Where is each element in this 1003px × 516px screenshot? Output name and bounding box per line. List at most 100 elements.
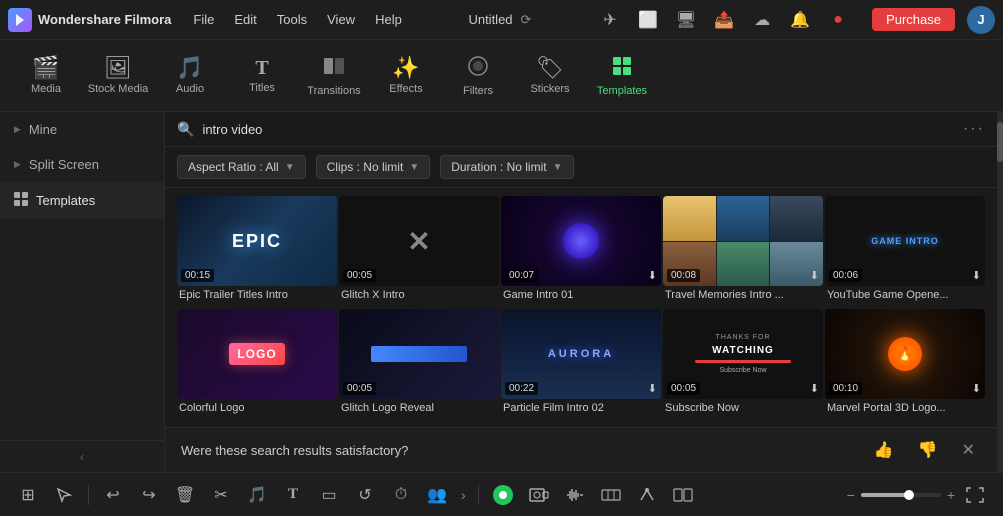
effects-icon: ✨ xyxy=(392,57,419,79)
add-icon[interactable]: + xyxy=(404,226,434,256)
satisfaction-question: Were these search results satisfactory? xyxy=(181,443,856,458)
add-icon[interactable]: + xyxy=(242,339,272,369)
nav-file[interactable]: File xyxy=(191,8,216,31)
template-card-travel[interactable]: 00:08 ⬇ + Travel Memories Intro ... xyxy=(663,196,823,307)
content-scrollbar[interactable] xyxy=(997,112,1003,472)
template-card-glitch-logo[interactable]: 00:05 + Glitch Logo Reveal xyxy=(339,309,499,420)
templates-grid-icon xyxy=(14,192,28,209)
toolbar-stock-media[interactable]: 🖼 Stock Media xyxy=(82,49,154,103)
sync-icon: ⟳ xyxy=(521,12,532,28)
aspect-ratio-filter[interactable]: Aspect Ratio : All ▼ xyxy=(177,155,306,179)
scrollbar-thumb[interactable] xyxy=(997,122,1003,162)
templates-icon xyxy=(611,55,633,81)
thumbs-down-button[interactable]: 👎 xyxy=(912,438,944,462)
template-card-game[interactable]: 00:07 ⬇ + Game Intro 01 xyxy=(501,196,661,307)
zoom-slider-area: − + xyxy=(847,487,955,503)
sidebar-item-mine[interactable]: ▶ Mine xyxy=(0,112,164,147)
template-card-logo[interactable]: LOGO + Colorful Logo xyxy=(177,309,337,420)
music-icon[interactable]: 🎵 xyxy=(241,479,273,511)
redo-icon[interactable]: ↪ xyxy=(133,479,165,511)
zoom-in-icon[interactable]: + xyxy=(947,487,955,503)
audio-waveform-icon[interactable] xyxy=(559,479,591,511)
nav-center: Untitled ⟳ xyxy=(416,12,584,28)
template-card-youtube[interactable]: GAME INTRO 00:06 ⬇ + YouTube Game Opene.… xyxy=(825,196,985,307)
nav-help[interactable]: Help xyxy=(373,8,404,31)
add-icon[interactable]: + xyxy=(566,226,596,256)
toolbar-audio[interactable]: 🎵 Audio xyxy=(154,49,226,103)
speed-icon[interactable]: ⏱ xyxy=(385,479,417,511)
undo-icon[interactable]: ↩ xyxy=(97,479,129,511)
video-stabilize-icon[interactable] xyxy=(631,479,663,511)
toolbar-templates[interactable]: Templates xyxy=(586,47,658,105)
group-icon[interactable]: 👥 xyxy=(421,479,453,511)
nav-view[interactable]: View xyxy=(325,8,357,31)
purchase-button[interactable]: Purchase xyxy=(872,8,955,31)
add-icon[interactable]: + xyxy=(404,339,434,369)
upload-icon[interactable]: ☁ xyxy=(748,6,776,34)
thumbs-up-button[interactable]: 👍 xyxy=(868,438,900,462)
more-options-icon[interactable]: ··· xyxy=(963,120,985,138)
clips-filter[interactable]: Clips : No limit ▼ xyxy=(316,155,431,179)
fit-icon[interactable] xyxy=(959,479,991,511)
crop-icon[interactable]: ▭ xyxy=(313,479,345,511)
cut-icon[interactable]: ✂ xyxy=(205,479,237,511)
nav-edit[interactable]: Edit xyxy=(232,8,258,31)
divider-1 xyxy=(88,485,89,505)
delete-icon[interactable]: 🗑 xyxy=(169,479,201,511)
avatar[interactable]: J xyxy=(967,6,995,34)
add-icon[interactable]: + xyxy=(728,339,758,369)
app-name: Wondershare Filmora xyxy=(38,12,171,27)
template-card-epic[interactable]: EPIC 00:15 + Epic Trailer Titles Intro xyxy=(177,196,337,307)
template-card-watching[interactable]: THANKS FOR WATCHING Subscribe Now 00:05 … xyxy=(663,309,823,420)
add-icon[interactable]: + xyxy=(890,226,920,256)
sidebar-item-split-screen[interactable]: ▶ Split Screen xyxy=(0,147,164,182)
add-icon[interactable]: + xyxy=(728,226,758,256)
caption-icon[interactable]: ⬜ xyxy=(634,6,662,34)
record-icon[interactable] xyxy=(487,479,519,511)
template-card-marvel[interactable]: 🔥 00:10 ⬇ + Marvel Portal 3D Logo... xyxy=(825,309,985,420)
monitor-icon[interactable]: 🖥 xyxy=(672,6,700,34)
search-input[interactable] xyxy=(202,122,955,137)
zoom-out-icon[interactable]: − xyxy=(847,487,855,503)
duration-filter[interactable]: Duration : No limit ▼ xyxy=(440,155,573,179)
satisfaction-close-button[interactable]: ✕ xyxy=(956,438,981,462)
templates-sidebar-label: Templates xyxy=(36,193,95,208)
more-tools-icon[interactable]: › xyxy=(457,483,470,507)
export-icon[interactable]: 📤 xyxy=(710,6,738,34)
add-icon[interactable]: + xyxy=(566,339,596,369)
template-card-glitchx[interactable]: ✕ 00:05 + Glitch X Intro xyxy=(339,196,499,307)
duration-label: Duration : No limit xyxy=(451,160,546,174)
divider-2 xyxy=(478,485,479,505)
filters-label: Filters xyxy=(463,85,493,97)
toolbar-stickers[interactable]: 🏷 Stickers xyxy=(514,49,586,103)
text-icon[interactable]: T xyxy=(277,479,309,511)
sidebar-item-templates[interactable]: Templates xyxy=(0,182,164,219)
rotate-icon[interactable]: ↺ xyxy=(349,479,381,511)
sidebar-collapse-button[interactable]: ‹ xyxy=(0,440,164,472)
layout-icon[interactable]: ⊞ xyxy=(12,479,44,511)
logo-area: Wondershare Filmora xyxy=(8,8,171,32)
split-icon[interactable] xyxy=(667,479,699,511)
stock-media-label: Stock Media xyxy=(88,83,149,95)
toolbar-media[interactable]: 🎬 Media xyxy=(10,49,82,103)
zoom-slider[interactable] xyxy=(861,493,941,497)
toolbar-filters[interactable]: Filters xyxy=(442,47,514,105)
game-label: Game Intro 01 xyxy=(501,286,661,301)
bell-icon[interactable]: 🔔 xyxy=(786,6,814,34)
toolbar-transitions[interactable]: Transitions xyxy=(298,47,370,105)
camera-overlay-icon[interactable] xyxy=(523,479,555,511)
timeline-icon[interactable] xyxy=(595,479,627,511)
satisfaction-bar: Were these search results satisfactory? … xyxy=(165,427,997,472)
epic-label: Epic Trailer Titles Intro xyxy=(177,286,337,301)
share-icon[interactable]: ✈ xyxy=(596,6,624,34)
nav-tools[interactable]: Tools xyxy=(275,8,309,31)
zoom-slider-thumb[interactable] xyxy=(904,490,914,500)
add-icon[interactable]: + xyxy=(890,339,920,369)
notification-icon[interactable]: ● xyxy=(824,6,852,34)
select-icon[interactable] xyxy=(48,479,80,511)
template-card-aurora[interactable]: AURORA 00:22 ⬇ + Particle Film Intro 02 xyxy=(501,309,661,420)
transitions-label: Transitions xyxy=(307,85,360,97)
add-icon[interactable]: + xyxy=(242,226,272,256)
toolbar-titles[interactable]: T Titles xyxy=(226,50,298,102)
toolbar-effects[interactable]: ✨ Effects xyxy=(370,49,442,103)
